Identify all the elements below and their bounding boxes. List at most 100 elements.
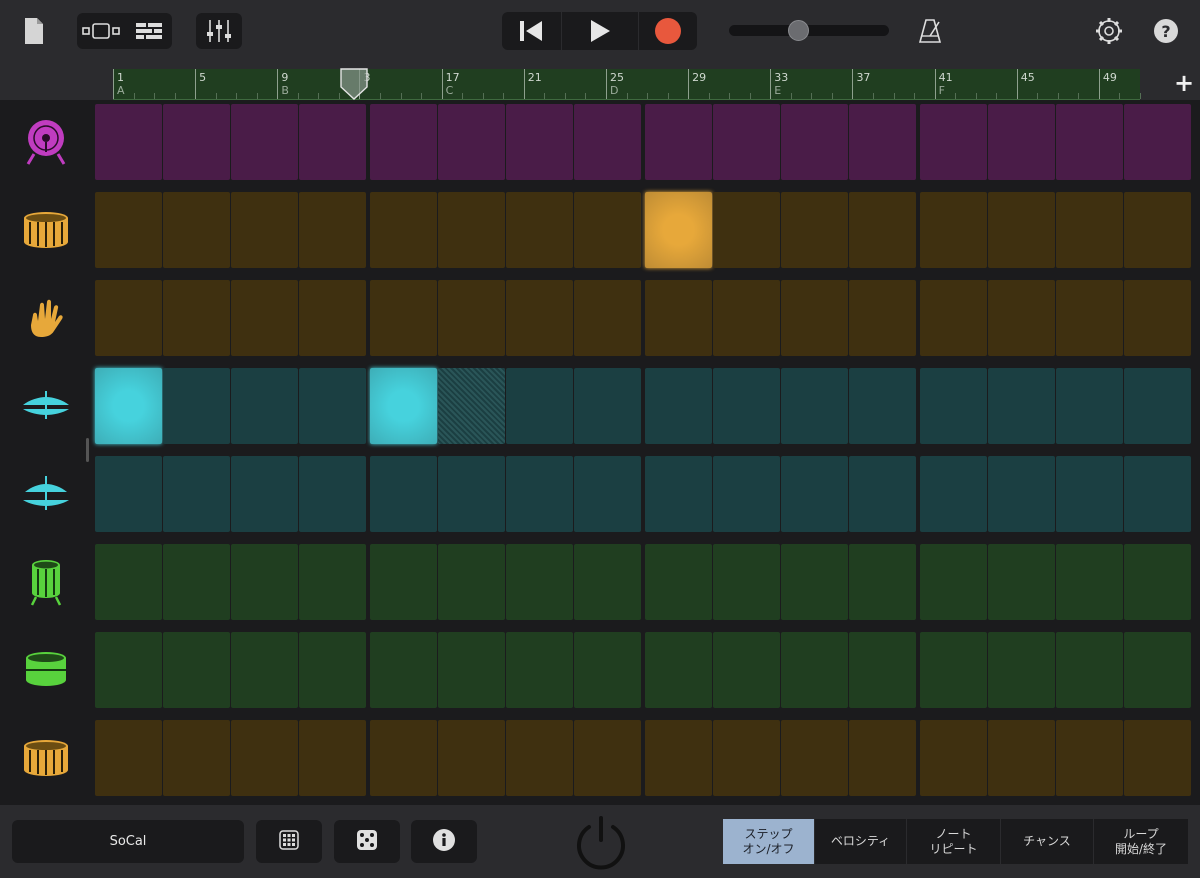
step-cell[interactable] bbox=[781, 632, 848, 708]
step-cell[interactable] bbox=[506, 280, 573, 356]
step-cell[interactable] bbox=[713, 280, 780, 356]
step-cell-active[interactable] bbox=[370, 368, 437, 444]
step-cell[interactable] bbox=[506, 632, 573, 708]
step-cell[interactable] bbox=[574, 720, 641, 796]
step-cell[interactable] bbox=[781, 456, 848, 532]
step-cell[interactable] bbox=[95, 456, 162, 532]
mixer-icon[interactable] bbox=[196, 13, 242, 49]
step-cell[interactable] bbox=[849, 368, 916, 444]
metronome-icon[interactable] bbox=[912, 14, 948, 48]
step-cell[interactable] bbox=[506, 544, 573, 620]
step-cell[interactable] bbox=[645, 368, 712, 444]
step-cell[interactable] bbox=[163, 192, 230, 268]
step-cell[interactable] bbox=[1056, 720, 1123, 796]
step-cell[interactable] bbox=[645, 720, 712, 796]
step-cell[interactable] bbox=[299, 368, 366, 444]
step-cell[interactable] bbox=[231, 368, 298, 444]
step-cell[interactable] bbox=[299, 720, 366, 796]
step-cell[interactable] bbox=[713, 368, 780, 444]
step-cell-active[interactable] bbox=[645, 192, 712, 268]
tab-step-mode-1[interactable]: ベロシティ bbox=[815, 819, 906, 864]
record-icon[interactable] bbox=[639, 12, 697, 50]
step-cell[interactable] bbox=[849, 632, 916, 708]
step-cell[interactable] bbox=[781, 104, 848, 180]
step-cell[interactable] bbox=[781, 720, 848, 796]
step-cell[interactable] bbox=[95, 104, 162, 180]
step-cell[interactable] bbox=[713, 544, 780, 620]
step-cell[interactable] bbox=[1056, 544, 1123, 620]
step-cell[interactable] bbox=[781, 280, 848, 356]
step-cell[interactable] bbox=[438, 632, 505, 708]
tom-high-icon[interactable] bbox=[20, 556, 72, 608]
step-cell[interactable] bbox=[506, 192, 573, 268]
step-cell[interactable] bbox=[849, 720, 916, 796]
step-cell[interactable] bbox=[1056, 192, 1123, 268]
step-cell[interactable] bbox=[988, 456, 1055, 532]
info-button[interactable] bbox=[411, 820, 477, 863]
closed-hihat-icon[interactable] bbox=[20, 380, 72, 432]
randomize-button[interactable] bbox=[334, 820, 400, 863]
step-cell[interactable] bbox=[920, 104, 987, 180]
step-cell[interactable] bbox=[163, 280, 230, 356]
step-cell[interactable] bbox=[438, 280, 505, 356]
step-cell[interactable] bbox=[163, 104, 230, 180]
step-cell[interactable] bbox=[849, 104, 916, 180]
add-section-button[interactable]: + bbox=[1168, 68, 1200, 98]
step-cell[interactable] bbox=[299, 280, 366, 356]
step-cell[interactable] bbox=[988, 632, 1055, 708]
step-cell[interactable] bbox=[299, 544, 366, 620]
step-cell[interactable] bbox=[1124, 280, 1191, 356]
step-cell[interactable] bbox=[920, 280, 987, 356]
step-cell[interactable] bbox=[231, 720, 298, 796]
tab-step-mode-4[interactable]: ループ 開始/終了 bbox=[1094, 819, 1188, 864]
step-cell[interactable] bbox=[163, 544, 230, 620]
step-cell[interactable] bbox=[1056, 456, 1123, 532]
playhead-icon[interactable] bbox=[340, 68, 368, 104]
step-cell[interactable] bbox=[988, 104, 1055, 180]
step-cell[interactable] bbox=[438, 544, 505, 620]
go-to-start-icon[interactable] bbox=[502, 12, 560, 50]
step-cell[interactable] bbox=[645, 544, 712, 620]
tab-step-mode-0[interactable]: ステップ オン/オフ bbox=[723, 819, 814, 864]
step-cell[interactable] bbox=[849, 280, 916, 356]
step-cell[interactable] bbox=[299, 632, 366, 708]
tom-low-icon[interactable] bbox=[20, 644, 72, 696]
step-cell[interactable] bbox=[781, 192, 848, 268]
step-cell[interactable] bbox=[988, 280, 1055, 356]
step-cell[interactable] bbox=[920, 720, 987, 796]
step-cell[interactable] bbox=[781, 544, 848, 620]
step-cell[interactable] bbox=[438, 456, 505, 532]
timeline-ruler[interactable]: 1A59B317C2125D2933E3741F4549 + bbox=[0, 64, 1200, 100]
play-icon[interactable] bbox=[562, 12, 638, 50]
step-cell[interactable] bbox=[988, 192, 1055, 268]
step-cell[interactable] bbox=[574, 632, 641, 708]
step-cell[interactable] bbox=[163, 368, 230, 444]
step-cell[interactable] bbox=[231, 192, 298, 268]
step-cell[interactable] bbox=[299, 192, 366, 268]
step-cell[interactable] bbox=[95, 280, 162, 356]
step-cell[interactable] bbox=[370, 192, 437, 268]
step-cell[interactable] bbox=[1124, 632, 1191, 708]
step-cell[interactable] bbox=[95, 192, 162, 268]
step-cell[interactable] bbox=[299, 456, 366, 532]
open-hihat-icon[interactable] bbox=[20, 468, 72, 520]
step-cell[interactable] bbox=[370, 632, 437, 708]
step-cell[interactable] bbox=[920, 192, 987, 268]
step-cell[interactable] bbox=[988, 720, 1055, 796]
step-cell[interactable] bbox=[713, 632, 780, 708]
step-cell[interactable] bbox=[645, 632, 712, 708]
step-cell[interactable] bbox=[920, 544, 987, 620]
step-cell[interactable] bbox=[1124, 368, 1191, 444]
step-cell[interactable] bbox=[713, 104, 780, 180]
step-cell[interactable] bbox=[574, 104, 641, 180]
step-cell[interactable] bbox=[713, 456, 780, 532]
step-cell[interactable] bbox=[1124, 104, 1191, 180]
step-cell[interactable] bbox=[163, 720, 230, 796]
step-cell[interactable] bbox=[1056, 368, 1123, 444]
step-cell[interactable] bbox=[1124, 544, 1191, 620]
step-cell[interactable] bbox=[849, 456, 916, 532]
step-cell[interactable] bbox=[438, 720, 505, 796]
ruler-track[interactable]: 1A59B317C2125D2933E3741F4549 bbox=[113, 69, 1141, 100]
snare-alt-icon[interactable] bbox=[20, 732, 72, 784]
track-view-icon[interactable] bbox=[79, 13, 123, 49]
